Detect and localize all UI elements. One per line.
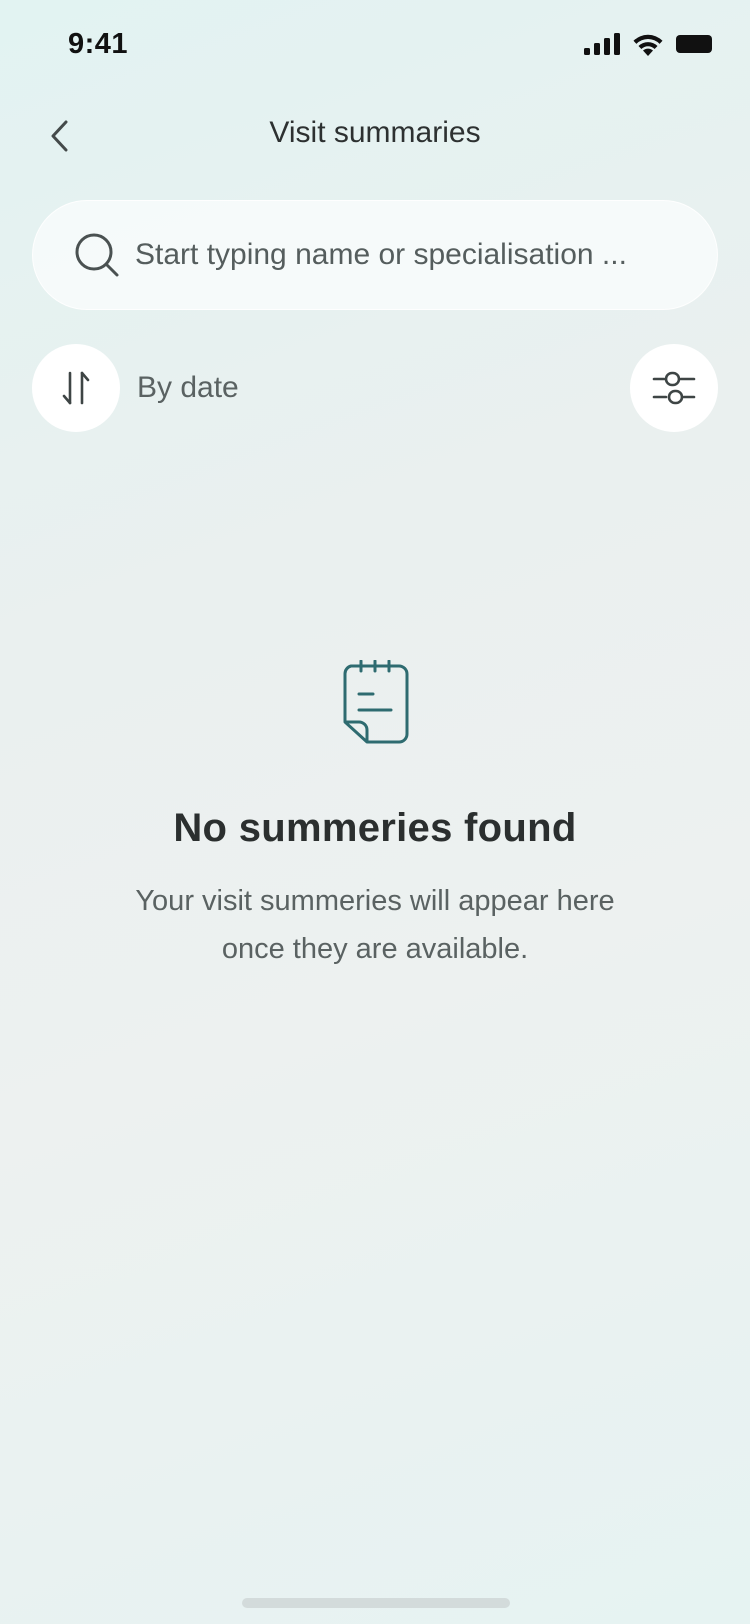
search-icon <box>75 233 119 277</box>
search-bar[interactable] <box>32 200 718 310</box>
battery-icon <box>676 35 712 53</box>
status-bar: 9:41 <box>0 0 750 92</box>
empty-state: No summeries found Your visit summeries … <box>0 660 750 973</box>
sliders-icon <box>652 371 696 405</box>
sort-arrows-icon <box>62 371 90 405</box>
status-icons <box>584 32 714 56</box>
empty-state-description-line: once they are available. <box>221 933 529 965</box>
empty-state-title: No summeries found <box>173 806 577 850</box>
sort-label[interactable]: By date <box>137 371 239 405</box>
filter-button[interactable] <box>630 344 718 432</box>
page-title: Visit summaries <box>269 116 481 149</box>
wifi-icon <box>633 34 663 56</box>
cellular-signal-icon <box>584 33 620 55</box>
search-input[interactable] <box>135 225 717 285</box>
header: Visit summaries <box>0 100 750 172</box>
sort-button[interactable] <box>32 344 120 432</box>
sort-control: By date <box>32 344 239 432</box>
home-indicator[interactable] <box>242 1598 510 1608</box>
empty-state-description: Your visit summeries will appear here on… <box>95 877 655 973</box>
note-document-icon <box>343 660 409 744</box>
empty-state-description-line: Your visit summeries will appear here <box>135 885 615 917</box>
status-time: 9:41 <box>68 28 129 60</box>
